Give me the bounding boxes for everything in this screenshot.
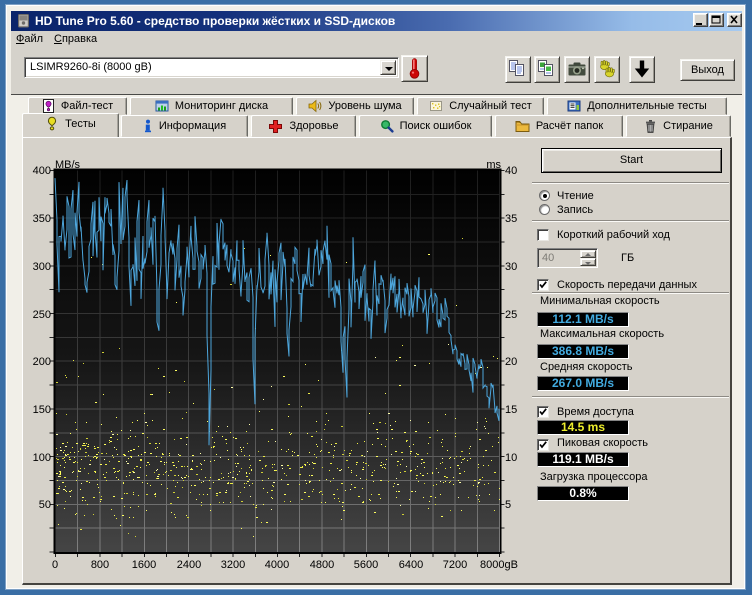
svg-text:50: 50 [39, 499, 51, 511]
svg-text:25: 25 [505, 309, 517, 321]
svg-text:15: 15 [505, 404, 517, 416]
svg-text:40: 40 [505, 165, 517, 177]
svg-text:5: 5 [505, 499, 511, 511]
svg-text:0: 0 [52, 559, 58, 571]
svg-text:150: 150 [33, 404, 51, 416]
svg-text:100: 100 [33, 452, 51, 464]
svg-text:35: 35 [505, 213, 517, 225]
svg-text:800: 800 [91, 559, 109, 571]
svg-text:10: 10 [505, 452, 517, 464]
svg-text:6400: 6400 [399, 559, 423, 571]
svg-text:4000: 4000 [265, 559, 289, 571]
svg-text:4800: 4800 [310, 559, 334, 571]
svg-text:8000gB: 8000gB [480, 559, 518, 571]
svg-text:3200: 3200 [221, 559, 245, 571]
svg-text:30: 30 [505, 261, 517, 273]
svg-text:300: 300 [33, 261, 51, 273]
svg-text:1600: 1600 [132, 559, 156, 571]
svg-text:20: 20 [505, 356, 517, 368]
svg-text:200: 200 [33, 356, 51, 368]
svg-text:400: 400 [33, 165, 51, 177]
svg-text:2400: 2400 [177, 559, 201, 571]
svg-text:ms: ms [486, 159, 501, 171]
svg-text:7200: 7200 [443, 559, 467, 571]
svg-text:5600: 5600 [354, 559, 378, 571]
svg-text:250: 250 [33, 309, 51, 321]
svg-text:MB/s: MB/s [55, 159, 81, 171]
svg-text:350: 350 [33, 213, 51, 225]
